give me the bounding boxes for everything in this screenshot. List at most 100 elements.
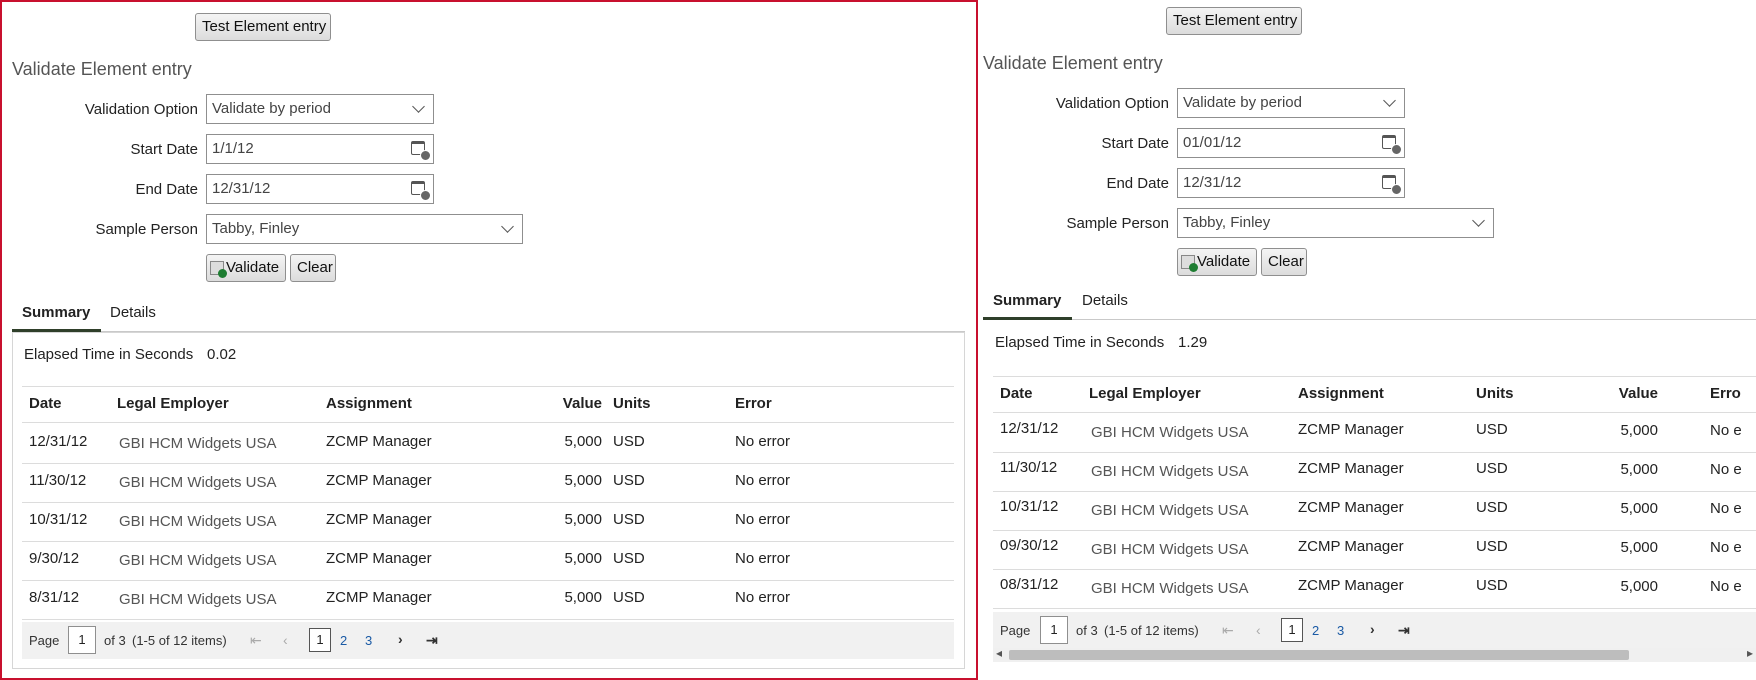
validation-option-select[interactable]: Validate by period: [1177, 88, 1405, 118]
column-header-date[interactable]: Date: [1000, 385, 1033, 402]
start-date-input[interactable]: 1/1/12: [206, 134, 434, 164]
table-cell-value: 5,000: [1620, 422, 1658, 439]
end-date-input[interactable]: 12/31/12: [1177, 168, 1405, 198]
chevron-down-icon[interactable]: [501, 220, 514, 233]
test-element-entry-button[interactable]: Test Element entry: [1166, 7, 1302, 35]
validate-button[interactable]: Validate: [1177, 248, 1257, 276]
table-cell-error: No e: [1710, 539, 1742, 556]
table-cell-value: 5,000: [564, 589, 602, 606]
tab-summary[interactable]: Summary: [22, 304, 90, 321]
table-cell-error: No error: [735, 472, 791, 489]
table-cell-units: USD: [1476, 577, 1508, 594]
table-cell-error: No error: [735, 433, 791, 450]
table-cell-value: 5,000: [564, 550, 602, 567]
column-header-assignment[interactable]: Assignment: [326, 395, 412, 412]
table-cell-assignment: ZCMP Manager: [326, 511, 432, 528]
end-date-input[interactable]: 12/31/12: [206, 174, 434, 204]
table-cell-assignment: ZCMP Manager: [1298, 499, 1404, 516]
table-cell-legal-employer: GBI HCM Widgets USA: [119, 591, 277, 608]
table-cell-date: 10/31/12: [29, 511, 88, 528]
page-number-input[interactable]: 1: [68, 626, 96, 654]
column-header-legal-employer[interactable]: Legal Employer: [117, 395, 229, 412]
table-cell-date: 8/31/12: [29, 589, 80, 606]
table-cell-value: 5,000: [564, 433, 602, 450]
validation-option-value: Validate by period: [212, 100, 331, 117]
clear-button[interactable]: Clear: [290, 254, 336, 282]
scrollbar-thumb[interactable]: [1009, 650, 1629, 660]
header-divider: [993, 412, 1756, 413]
last-page-icon[interactable]: ⇥: [426, 632, 438, 649]
calendar-icon[interactable]: [411, 181, 431, 201]
first-page-icon[interactable]: ⇤: [1222, 622, 1234, 639]
column-header-value[interactable]: Value: [1598, 385, 1658, 402]
column-header-legal-employer[interactable]: Legal Employer: [1089, 385, 1201, 402]
column-header-units[interactable]: Units: [1476, 385, 1514, 402]
table-cell-error: No e: [1710, 422, 1742, 439]
column-header-error[interactable]: Erro: [1710, 385, 1741, 402]
sample-person-select[interactable]: Tabby, Finley: [1177, 208, 1494, 238]
chevron-down-icon[interactable]: [1472, 214, 1485, 227]
tab-divider: [1072, 319, 1756, 320]
previous-page-icon[interactable]: ‹: [1256, 622, 1261, 638]
validation-option-select[interactable]: Validate by period: [206, 94, 434, 124]
table-cell-legal-employer: GBI HCM Widgets USA: [119, 474, 277, 491]
table-cell-units: USD: [613, 433, 645, 450]
pager-of-text: of 3: [104, 633, 126, 648]
pager-page-1[interactable]: 1: [1281, 618, 1303, 642]
pager-page-3[interactable]: 3: [1337, 623, 1344, 638]
calendar-icon[interactable]: [1382, 175, 1402, 195]
table-cell-error: No error: [735, 511, 791, 528]
start-date-label: Start Date: [1101, 135, 1169, 152]
last-page-icon[interactable]: ⇥: [1398, 622, 1410, 639]
tab-details[interactable]: Details: [1082, 292, 1128, 309]
sample-person-value: Tabby, Finley: [212, 220, 300, 237]
end-date-value: 12/31/12: [1183, 174, 1242, 191]
table-row-divider: [993, 569, 1756, 570]
calendar-icon[interactable]: [1382, 135, 1402, 155]
next-page-icon[interactable]: ›: [398, 631, 403, 647]
sample-person-select[interactable]: Tabby, Finley: [206, 214, 523, 244]
calendar-icon[interactable]: [411, 141, 431, 161]
table-cell-date: 12/31/12: [29, 433, 88, 450]
table-row-divider: [993, 608, 1756, 609]
scroll-left-icon[interactable]: ◂: [996, 646, 1002, 660]
table-cell-assignment: ZCMP Manager: [1298, 538, 1404, 555]
pager-page-2[interactable]: 2: [1312, 623, 1319, 638]
table-cell-assignment: ZCMP Manager: [326, 433, 432, 450]
pager-page-1[interactable]: 1: [309, 628, 331, 652]
table-cell-units: USD: [1476, 538, 1508, 555]
table-cell-date: 11/30/12: [29, 472, 87, 489]
start-date-input[interactable]: 01/01/12: [1177, 128, 1405, 158]
clear-button[interactable]: Clear: [1261, 248, 1307, 276]
chevron-down-icon[interactable]: [412, 100, 425, 113]
test-element-entry-button[interactable]: Test Element entry: [195, 13, 331, 41]
horizontal-scrollbar[interactable]: ◂ ▸: [993, 646, 1756, 662]
sample-person-value: Tabby, Finley: [1183, 214, 1271, 231]
pager-page-3[interactable]: 3: [365, 633, 372, 648]
next-page-icon[interactable]: ›: [1370, 621, 1375, 637]
pager-page-2[interactable]: 2: [340, 633, 347, 648]
column-header-assignment[interactable]: Assignment: [1298, 385, 1384, 402]
table-row-divider: [993, 530, 1756, 531]
table-cell-assignment: ZCMP Manager: [326, 550, 432, 567]
column-header-error[interactable]: Error: [735, 395, 772, 412]
pager-items-text: (1-5 of 12 items): [132, 633, 227, 648]
tab-details[interactable]: Details: [110, 304, 156, 321]
scroll-right-icon[interactable]: ▸: [1747, 646, 1753, 660]
validation-option-label: Validation Option: [84, 101, 198, 118]
table-cell-error: No e: [1710, 578, 1742, 595]
previous-page-icon[interactable]: ‹: [283, 632, 288, 648]
table-cell-legal-employer: GBI HCM Widgets USA: [119, 513, 277, 530]
chevron-down-icon[interactable]: [1383, 94, 1396, 107]
page-number-input[interactable]: 1: [1040, 616, 1068, 644]
table-cell-date: 09/30/12: [1000, 537, 1059, 554]
column-header-date[interactable]: Date: [29, 395, 62, 412]
pager-page-label: Page: [1000, 623, 1031, 638]
table-cell-units: USD: [613, 511, 645, 528]
validate-button[interactable]: Validate: [206, 254, 286, 282]
sample-person-label: Sample Person: [1066, 215, 1169, 232]
first-page-icon[interactable]: ⇤: [250, 632, 262, 649]
column-header-units[interactable]: Units: [613, 395, 651, 412]
tab-summary[interactable]: Summary: [993, 292, 1061, 309]
column-header-value[interactable]: Value: [542, 395, 602, 412]
